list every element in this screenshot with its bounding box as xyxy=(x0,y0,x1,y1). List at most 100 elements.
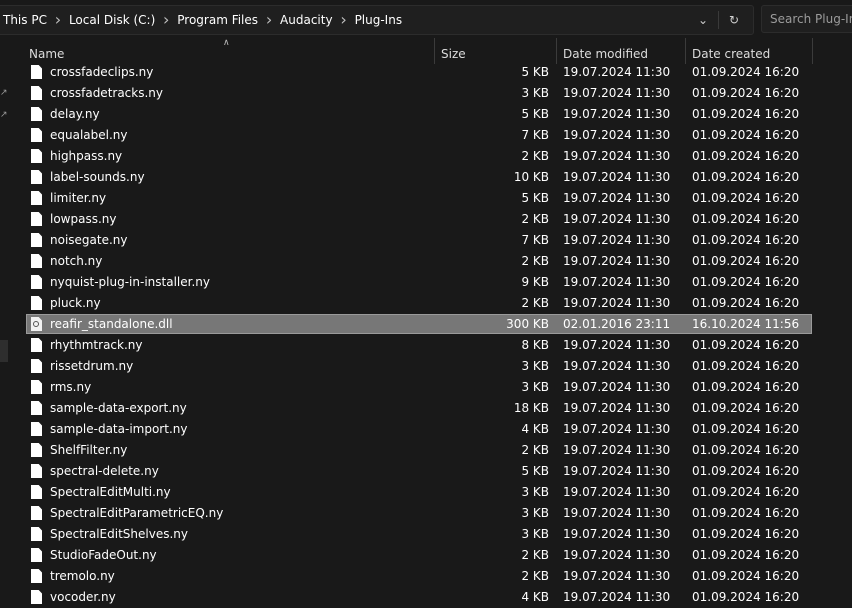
file-name[interactable]: lowpass.ny xyxy=(50,209,117,230)
breadcrumb-audacity[interactable]: Audacity xyxy=(274,13,339,27)
column-divider[interactable] xyxy=(556,38,557,64)
file-date-created: 01.09.2024 16:20 xyxy=(692,548,800,562)
file-date-created: 01.09.2024 16:20 xyxy=(692,149,800,163)
file-name[interactable]: SpectralEditShelves.ny xyxy=(50,524,188,545)
file-name[interactable]: crossfadetracks.ny xyxy=(50,83,163,104)
table-row[interactable]: equalabel.ny 7 KB 19.07.2024 11:30 01.09.20… xyxy=(10,125,852,146)
table-row[interactable]: highpass.ny 2 KB 19.07.2024 11:30 01.09.202… xyxy=(10,146,852,167)
file-name[interactable]: sample-data-export.ny xyxy=(50,398,187,419)
file-size: 2 KB xyxy=(521,212,549,226)
breadcrumb-program-files[interactable]: Program Files xyxy=(171,13,264,27)
file-name[interactable]: rissetdrum.ny xyxy=(50,356,133,377)
column-divider[interactable] xyxy=(812,38,813,64)
file-name[interactable]: spectral-delete.ny xyxy=(50,461,159,482)
file-name[interactable]: crossfadeclips.ny xyxy=(50,62,153,83)
table-row[interactable]: notch.ny 2 KB 19.07.2024 11:30 01.09.2024 1… xyxy=(10,251,852,272)
table-row[interactable]: sample-data-export.ny 18 KB 19.07.2024 11:… xyxy=(10,398,852,419)
file-name[interactable]: highpass.ny xyxy=(50,146,122,167)
chevron-down-icon[interactable]: ⌄ xyxy=(688,7,718,33)
column-divider[interactable] xyxy=(685,38,686,64)
search-input[interactable]: Search Plug-Ins xyxy=(761,5,852,33)
column-header-name[interactable]: Name xyxy=(29,38,434,64)
column-header-date-created[interactable]: Date created xyxy=(692,38,812,64)
file-size: 9 KB xyxy=(521,275,549,289)
chevron-right-icon[interactable] xyxy=(161,6,171,34)
file-date-modified: 19.07.2024 11:30 xyxy=(563,548,671,562)
table-row[interactable]: noisegate.ny 7 KB 19.07.2024 11:30 01.09.20… xyxy=(10,230,852,251)
table-row[interactable]: ShelfFilter.ny 2 KB 19.07.2024 11:30 01.09.… xyxy=(10,440,852,461)
file-date-modified: 02.01.2016 23:11 xyxy=(563,317,671,331)
file-name[interactable]: vocoder.ny xyxy=(50,587,116,608)
table-row[interactable]: rms.ny 3 KB 19.07.2024 11:30 01.09.2024 16:… xyxy=(10,377,852,398)
file-size: 3 KB xyxy=(521,485,549,499)
breadcrumb-this-pc[interactable]: This PC xyxy=(0,13,53,27)
table-row[interactable]: nyquist-plug-in-installer.ny 9 KB 19.07.20… xyxy=(10,272,852,293)
file-name[interactable]: nyquist-plug-in-installer.ny xyxy=(50,272,210,293)
file-name[interactable]: equalabel.ny xyxy=(50,125,128,146)
table-row[interactable]: rhythmtrack.ny 8 KB 19.07.2024 11:30 01.09.… xyxy=(10,335,852,356)
file-name[interactable]: notch.ny xyxy=(50,251,102,272)
column-header-size[interactable]: Size xyxy=(441,38,556,64)
file-name[interactable]: tremolo.ny xyxy=(50,566,115,587)
table-row[interactable]: SpectralEditShelves.ny 3 KB 19.07.2024 11:… xyxy=(10,524,852,545)
file-name[interactable]: SpectralEditParametricEQ.ny xyxy=(50,503,223,524)
file-name[interactable]: ShelfFilter.ny xyxy=(50,440,127,461)
file-icon xyxy=(31,422,43,437)
file-date-modified: 19.07.2024 11:30 xyxy=(563,506,671,520)
table-row[interactable]: label-sounds.ny 10 KB 19.07.2024 11:30 01.0… xyxy=(10,167,852,188)
file-date-created: 01.09.2024 16:20 xyxy=(692,65,800,79)
breadcrumb-local-disk[interactable]: Local Disk (C:) xyxy=(63,13,161,27)
file-icon xyxy=(31,443,43,458)
file-size: 2 KB xyxy=(521,296,549,310)
chevron-right-icon[interactable] xyxy=(339,6,349,34)
chevron-right-icon[interactable] xyxy=(264,6,274,34)
table-row[interactable]: lowpass.ny 2 KB 19.07.2024 11:30 01.09.2024… xyxy=(10,209,852,230)
breadcrumb-plug-ins[interactable]: Plug-Ins xyxy=(349,13,409,27)
file-size: 3 KB xyxy=(521,527,549,541)
table-row[interactable]: StudioFadeOut.ny 2 KB 19.07.2024 11:30 01.0… xyxy=(10,545,852,566)
column-header-row: ∧ Name Size Date modified Date created xyxy=(10,38,852,64)
refresh-icon[interactable]: ↻ xyxy=(719,7,749,33)
file-date-modified: 19.07.2024 11:30 xyxy=(563,464,671,478)
file-date-modified: 19.07.2024 11:30 xyxy=(563,338,671,352)
file-name[interactable]: SpectralEditMulti.ny xyxy=(50,482,171,503)
file-name[interactable]: limiter.ny xyxy=(50,188,106,209)
table-row[interactable]: crossfadeclips.ny 5 KB 19.07.2024 11:30 01.… xyxy=(10,62,852,83)
table-row[interactable]: limiter.ny 5 KB 19.07.2024 11:30 01.09.2024… xyxy=(10,188,852,209)
breadcrumb[interactable]: This PC Local Disk (C:) Program Files Au… xyxy=(0,5,754,35)
file-name[interactable]: delay.ny xyxy=(50,104,100,125)
chevron-right-icon[interactable] xyxy=(53,6,63,34)
table-row[interactable]: SpectralEditMulti.ny 3 KB 19.07.2024 11:30… xyxy=(10,482,852,503)
table-row[interactable]: delay.ny 5 KB 19.07.2024 11:30 01.09.2024 1… xyxy=(10,104,852,125)
file-name[interactable]: rms.ny xyxy=(50,377,91,398)
file-size: 300 KB xyxy=(506,317,549,331)
table-row[interactable]: vocoder.ny 4 KB 19.07.2024 11:30 01.09.2024… xyxy=(10,587,852,608)
file-explorer-window: This PC Local Disk (C:) Program Files Au… xyxy=(0,0,852,608)
table-row[interactable]: reafir_standalone.dll 300 KB 02.01.2016 23… xyxy=(10,314,852,335)
table-row[interactable]: spectral-delete.ny 5 KB 19.07.2024 11:30 01… xyxy=(10,461,852,482)
file-name[interactable]: pluck.ny xyxy=(50,293,101,314)
address-controls: ⌄ ↻ xyxy=(688,6,749,34)
table-row[interactable]: crossfadetracks.ny 3 KB 19.07.2024 11:30 01… xyxy=(10,83,852,104)
file-name[interactable]: reafir_standalone.dll xyxy=(50,314,173,335)
file-date-modified: 19.07.2024 11:30 xyxy=(563,380,671,394)
file-name[interactable]: noisegate.ny xyxy=(50,230,128,251)
table-row[interactable]: sample-data-import.ny 4 KB 19.07.2024 11:3… xyxy=(10,419,852,440)
file-name[interactable]: StudioFadeOut.ny xyxy=(50,545,157,566)
table-row[interactable]: SpectralEditParametricEQ.ny 3 KB 19.07.202… xyxy=(10,503,852,524)
file-date-created: 01.09.2024 16:20 xyxy=(692,527,800,541)
table-row[interactable]: rissetdrum.ny 3 KB 19.07.2024 11:30 01.09.2… xyxy=(10,356,852,377)
column-divider[interactable] xyxy=(434,38,435,64)
nav-selected-item[interactable] xyxy=(0,340,8,362)
column-header-date-modified[interactable]: Date modified xyxy=(563,38,685,64)
file-name[interactable]: rhythmtrack.ny xyxy=(50,335,143,356)
table-row[interactable]: pluck.ny 2 KB 19.07.2024 11:30 01.09.2024 1… xyxy=(10,293,852,314)
table-row[interactable]: tremolo.ny 2 KB 19.07.2024 11:30 01.09.2024… xyxy=(10,566,852,587)
file-size: 3 KB xyxy=(521,359,549,373)
file-size: 5 KB xyxy=(521,464,549,478)
file-name[interactable]: label-sounds.ny xyxy=(50,167,145,188)
file-size: 7 KB xyxy=(521,128,549,142)
file-date-modified: 19.07.2024 11:30 xyxy=(563,569,671,583)
file-date-created: 01.09.2024 16:20 xyxy=(692,212,800,226)
file-name[interactable]: sample-data-import.ny xyxy=(50,419,187,440)
